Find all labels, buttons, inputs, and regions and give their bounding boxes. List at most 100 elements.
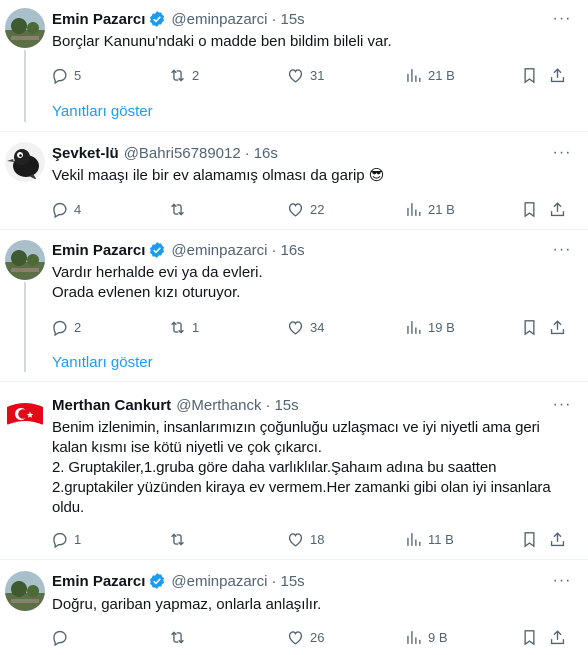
retweet-icon: [171, 202, 184, 216]
tweet[interactable]: Emin Pazarcı @eminpazarci · 16s ··· Vard…: [0, 230, 588, 382]
share-button[interactable]: [548, 627, 567, 647]
thread-line: [24, 282, 26, 372]
more-options-icon[interactable]: ···: [552, 143, 572, 163]
bookmark-icon: [524, 319, 535, 336]
heart-icon: [288, 320, 303, 335]
author-handle[interactable]: @eminpazarci: [171, 573, 267, 590]
author-name[interactable]: Şevket-lü: [52, 145, 119, 162]
reply-count: 5: [74, 67, 82, 83]
reply-button[interactable]: 2: [50, 317, 81, 337]
heart-icon: [288, 532, 303, 547]
author-name[interactable]: Emin Pazarcı: [52, 242, 145, 259]
like-button[interactable]: 34: [286, 317, 324, 337]
author-name[interactable]: Merthan Cankurt: [52, 397, 171, 414]
tweet-actions: 1 18 11 B: [50, 529, 580, 549]
avatar[interactable]: [5, 395, 45, 435]
author-name[interactable]: Emin Pazarcı: [52, 11, 145, 28]
separator-dot: ·: [271, 572, 277, 590]
reply-count: 1: [74, 531, 82, 547]
timestamp[interactable]: 16s: [280, 242, 304, 259]
like-button[interactable]: 31: [286, 65, 324, 85]
views-button[interactable]: 9 B: [404, 627, 448, 647]
share-button[interactable]: [548, 65, 567, 85]
avatar[interactable]: [5, 8, 45, 48]
timestamp[interactable]: 16s: [254, 145, 278, 162]
tweet[interactable]: Şevket-lü @Bahri56789012 · 16s ··· Vekil…: [0, 132, 588, 230]
retweet-button[interactable]: [168, 199, 192, 219]
reply-button[interactable]: 4: [50, 199, 81, 219]
reply-icon: [53, 532, 67, 548]
tweet[interactable]: Merthan Cankurt @Merthanck · 15s ··· Ben…: [0, 382, 588, 560]
more-options-icon[interactable]: ···: [552, 395, 572, 415]
share-icon: [550, 67, 565, 82]
bookmark-button[interactable]: [520, 65, 539, 85]
verified-badge-icon: [150, 242, 165, 258]
tweet-actions: 26 9 B: [50, 627, 580, 647]
views-button[interactable]: 19 B: [404, 317, 455, 337]
tweet-header: Merthan Cankurt @Merthanck · 15s: [52, 395, 299, 415]
more-options-icon[interactable]: ···: [552, 240, 572, 260]
timestamp[interactable]: 15s: [280, 573, 304, 590]
retweet-icon: [171, 68, 184, 82]
share-icon: [550, 629, 565, 644]
retweet-icon: [171, 532, 184, 546]
tweet-header: Emin Pazarcı @eminpazarci · 16s: [52, 240, 305, 260]
avatar[interactable]: [5, 571, 45, 611]
author-handle[interactable]: @Merthanck: [176, 397, 261, 414]
tweet-text: Vekil maaşı ile bir ev alamamış olması d…: [52, 167, 385, 184]
like-button[interactable]: 22: [286, 199, 324, 219]
author-handle[interactable]: @eminpazarci: [171, 11, 267, 28]
share-button[interactable]: [548, 317, 567, 337]
retweet-button[interactable]: [168, 529, 192, 549]
reply-button[interactable]: 5: [50, 65, 81, 85]
retweet-button[interactable]: 2: [168, 65, 199, 85]
tweet-header: Şevket-lü @Bahri56789012 · 16s: [52, 143, 278, 163]
bookmark-button[interactable]: [520, 627, 539, 647]
author-name[interactable]: Emin Pazarcı: [52, 573, 145, 590]
bookmark-icon: [524, 629, 535, 646]
retweet-count: 2: [192, 67, 200, 83]
like-button[interactable]: 18: [286, 529, 324, 549]
tweet-text: Doğru, gariban yapmaz, onlarla anlaşılır…: [52, 596, 322, 613]
views-button[interactable]: 21 B: [404, 199, 455, 219]
reply-button[interactable]: 1: [50, 529, 81, 549]
retweet-icon: [171, 320, 184, 334]
reply-count: 4: [74, 201, 82, 217]
share-button[interactable]: [548, 529, 567, 549]
retweet-button[interactable]: 1: [168, 317, 199, 337]
tweet-header: Emin Pazarcı @eminpazarci · 15s: [52, 571, 305, 591]
views-button[interactable]: 21 B: [404, 65, 455, 85]
reply-icon: [53, 630, 67, 646]
like-button[interactable]: 26: [286, 627, 324, 647]
heart-icon: [288, 630, 303, 645]
share-icon: [550, 201, 565, 216]
tweet[interactable]: Emin Pazarcı @eminpazarci · 15s ··· Borç…: [0, 0, 588, 132]
author-handle[interactable]: @eminpazarci: [171, 242, 267, 259]
author-handle[interactable]: @Bahri56789012: [124, 145, 241, 162]
more-options-icon[interactable]: ···: [552, 9, 572, 29]
show-replies-link[interactable]: Yanıtları göster: [52, 353, 153, 373]
bookmark-button[interactable]: [520, 199, 539, 219]
tweet[interactable]: Emin Pazarcı @eminpazarci · 15s ··· Doğr…: [0, 560, 588, 655]
timestamp[interactable]: 15s: [274, 397, 298, 414]
bookmark-button[interactable]: [520, 529, 539, 549]
share-button[interactable]: [548, 199, 567, 219]
show-replies-link[interactable]: Yanıtları göster: [52, 102, 153, 122]
more-options-icon[interactable]: ···: [552, 571, 572, 591]
bookmark-icon: [524, 531, 535, 548]
heart-icon: [288, 68, 303, 83]
views-button[interactable]: 11 B: [404, 529, 454, 549]
view-count: 9 B: [428, 629, 448, 645]
reply-button[interactable]: [50, 627, 74, 647]
separator-dot: ·: [244, 144, 250, 162]
tweet-header: Emin Pazarcı @eminpazarci · 15s: [52, 9, 305, 29]
avatar[interactable]: [5, 142, 45, 182]
like-count: 31: [310, 67, 325, 83]
retweet-button[interactable]: [168, 627, 192, 647]
avatar[interactable]: [5, 240, 45, 280]
bookmark-button[interactable]: [520, 317, 539, 337]
reply-icon: [53, 320, 67, 336]
timestamp[interactable]: 15s: [280, 11, 304, 28]
share-icon: [550, 319, 565, 334]
tweet-text: Borçlar Kanunu'ndaki o madde ben bildim …: [52, 33, 392, 50]
